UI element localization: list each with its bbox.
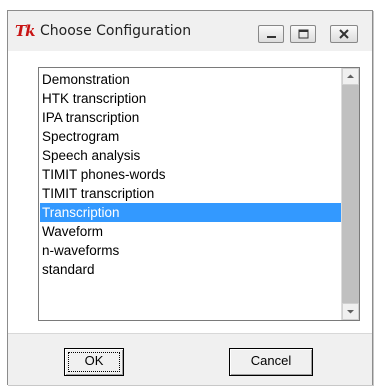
dialog-content: Demonstration HTK transcription IPA transc… xyxy=(8,51,372,385)
scroll-track[interactable] xyxy=(342,85,359,303)
choose-configuration-dialog: Tk Choose Configuration Demonstration HT… xyxy=(7,10,373,385)
list-item[interactable]: HTK transcription xyxy=(40,89,341,108)
maximize-button[interactable] xyxy=(290,25,316,43)
maximize-icon xyxy=(298,29,309,39)
list-item[interactable]: standard xyxy=(40,260,341,279)
arrow-up-icon xyxy=(347,74,354,78)
list-item[interactable]: IPA transcription xyxy=(40,108,341,127)
cancel-button[interactable]: Cancel xyxy=(229,348,313,376)
list-item-selected[interactable]: Transcription xyxy=(40,203,341,222)
minimize-icon xyxy=(267,36,276,38)
tk-feather-icon: Tk xyxy=(15,22,36,40)
window-title: Choose Configuration xyxy=(40,23,192,39)
list-item[interactable]: Waveform xyxy=(40,222,341,241)
close-button[interactable] xyxy=(330,25,358,43)
arrow-down-icon xyxy=(347,310,354,314)
scroll-down-button[interactable] xyxy=(342,303,359,320)
list-item[interactable]: TIMIT phones-words xyxy=(40,165,341,184)
list-item[interactable]: n-waveforms xyxy=(40,241,341,260)
list-item[interactable]: TIMIT transcription xyxy=(40,184,341,203)
list-item[interactable]: Speech analysis xyxy=(40,146,341,165)
title-bar[interactable]: Tk Choose Configuration xyxy=(8,11,372,51)
close-icon xyxy=(339,29,349,39)
ok-button[interactable]: OK xyxy=(64,348,124,376)
configuration-listbox[interactable]: Demonstration HTK transcription IPA transc… xyxy=(38,67,360,321)
screen: Tk Choose Configuration Demonstration HT… xyxy=(0,0,386,389)
list-item[interactable]: Spectrogram xyxy=(40,127,341,146)
vertical-scrollbar[interactable] xyxy=(341,68,359,320)
button-bar: OK Cancel xyxy=(8,333,372,385)
list-item[interactable]: Demonstration xyxy=(40,70,341,89)
minimize-button[interactable] xyxy=(258,25,284,43)
scroll-up-button[interactable] xyxy=(342,68,359,85)
configuration-list: Demonstration HTK transcription IPA transc… xyxy=(40,70,341,279)
